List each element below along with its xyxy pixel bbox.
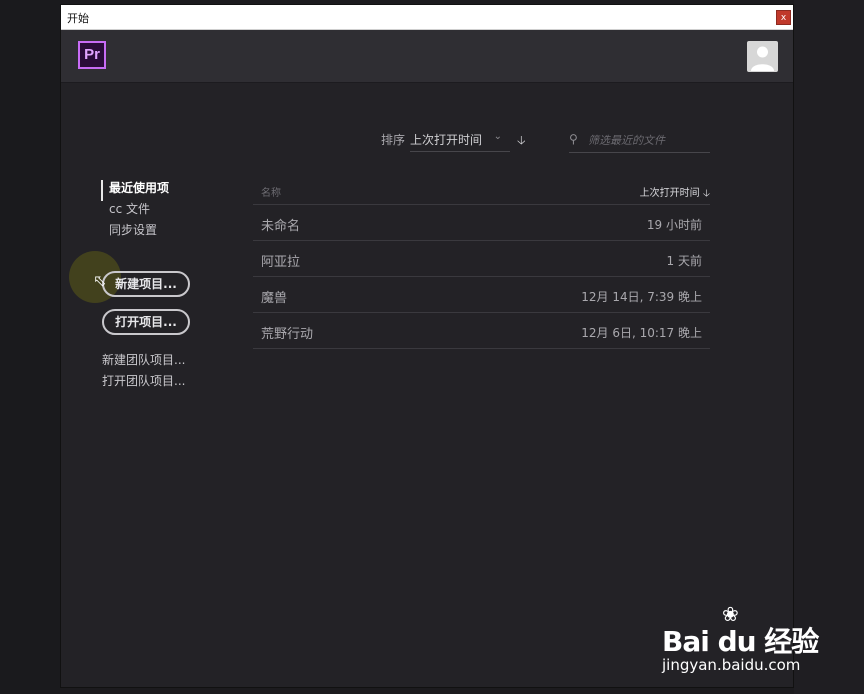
new-project-button[interactable]: 新建项目...: [102, 271, 190, 297]
backdrop: [794, 0, 864, 694]
sidebar-item-cc-files[interactable]: cc 文件: [101, 201, 169, 222]
sort-direction-arrow-icon[interactable]: 🡣: [517, 131, 526, 152]
filter-field[interactable]: ⚲: [569, 128, 710, 153]
file-name: 未命名: [261, 219, 301, 234]
table-row[interactable]: 未命名 19 小时前: [253, 205, 710, 241]
sidebar-item-recent[interactable]: 最近使用项: [101, 180, 169, 201]
file-last-opened: 1 天前: [666, 254, 702, 268]
user-icon: [751, 46, 774, 71]
start-window: 开始 x Pr 排序 上次打开时间 ⌄ 🡣 ⚲ 最近使用项 cc 文件 同步设置…: [60, 4, 794, 688]
new-team-project-link[interactable]: 新建团队项目...: [102, 351, 185, 368]
sidebar-item-sync-settings[interactable]: 同步设置: [101, 222, 169, 243]
column-header-name[interactable]: 名称: [261, 184, 281, 199]
sort-label: 排序: [381, 133, 406, 147]
sort-value: 上次打开时间: [410, 133, 483, 147]
start-content: 排序 上次打开时间 ⌄ 🡣 ⚲ 最近使用项 cc 文件 同步设置 新建项目...…: [61, 83, 793, 687]
table-header: 名称 上次打开时间 🡣: [253, 181, 710, 205]
window-title: 开始: [67, 12, 89, 25]
open-team-project-link[interactable]: 打开团队项目...: [102, 372, 185, 389]
sidebar-nav: 最近使用项 cc 文件 同步设置: [101, 180, 169, 243]
watermark-url: jingyan.baidu.com: [662, 656, 801, 674]
close-button[interactable]: x: [776, 10, 791, 25]
file-name: 阿亚拉: [261, 255, 301, 270]
chevron-down-icon: ⌄: [493, 131, 502, 142]
search-icon: ⚲: [569, 132, 578, 146]
title-bar: 开始 x: [61, 5, 793, 30]
premiere-logo-icon: Pr: [78, 41, 106, 69]
table-row[interactable]: 阿亚拉 1 天前: [253, 241, 710, 277]
sort-arrow-icon: 🡣: [702, 188, 710, 199]
open-project-button[interactable]: 打开项目...: [102, 309, 190, 335]
baidu-jingyan-watermark: ❀ Bai du 经验 jingyan.baidu.com: [662, 602, 822, 678]
file-last-opened: 19 小时前: [646, 218, 702, 232]
recent-files-table: 名称 上次打开时间 🡣 未命名 19 小时前 阿亚拉 1 天前 魔兽 12月 1…: [253, 181, 710, 349]
app-header: Pr: [61, 30, 793, 83]
table-row[interactable]: 魔兽 12月 14日, 7:39 晚上: [253, 277, 710, 313]
column-header-last-opened[interactable]: 上次打开时间 🡣: [640, 184, 710, 203]
filter-input[interactable]: [588, 131, 708, 149]
user-avatar[interactable]: [747, 41, 778, 72]
mouse-cursor-icon: ⬁: [93, 271, 107, 290]
file-name: 荒野行动: [261, 327, 314, 342]
backdrop: [0, 0, 60, 694]
watermark-logo: Bai du 经验: [662, 625, 819, 658]
column-header-last-opened-label: 上次打开时间: [639, 188, 700, 199]
file-last-opened: 12月 14日, 7:39 晚上: [581, 290, 702, 304]
file-last-opened: 12月 6日, 10:17 晚上: [581, 326, 702, 340]
table-row[interactable]: 荒野行动 12月 6日, 10:17 晚上: [253, 313, 710, 349]
file-name: 魔兽: [261, 291, 288, 306]
sort-dropdown[interactable]: 上次打开时间 ⌄: [410, 128, 510, 152]
